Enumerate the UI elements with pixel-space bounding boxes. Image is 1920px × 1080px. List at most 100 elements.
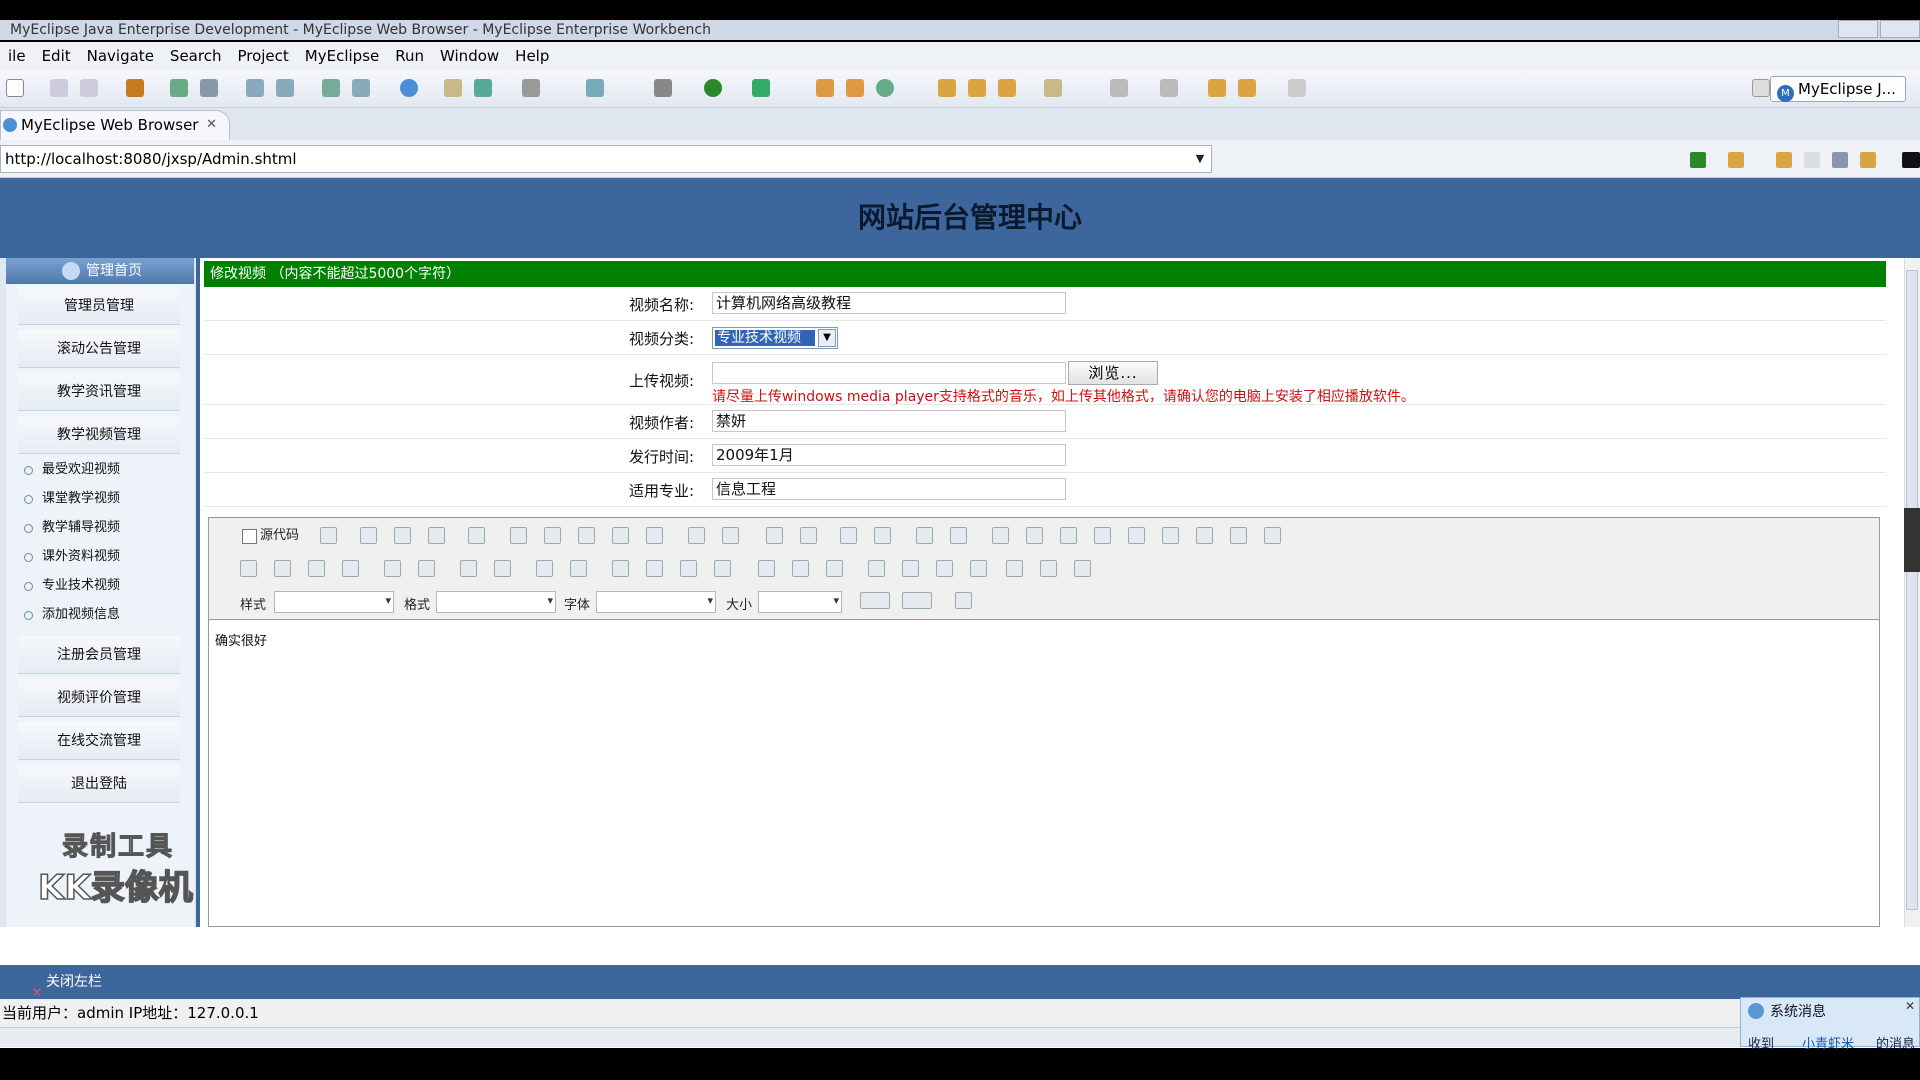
prev-annotation-icon[interactable] xyxy=(1160,79,1178,97)
sidebar-sub-technical[interactable]: 专业技术视频 xyxy=(24,575,120,597)
menu-edit[interactable]: Edit xyxy=(34,47,79,65)
sidebar-item-chat[interactable]: 在线交流管理 xyxy=(18,722,180,760)
run-icon[interactable] xyxy=(704,79,722,97)
sidebar-item-notice[interactable]: 滚动公告管理 xyxy=(18,330,180,368)
paste-text-icon[interactable] xyxy=(612,527,629,544)
back-icon[interactable] xyxy=(1776,152,1792,168)
print-icon[interactable] xyxy=(688,527,705,544)
annotation-icon[interactable] xyxy=(998,79,1016,97)
style-select[interactable] xyxy=(274,591,394,613)
copy-icon[interactable] xyxy=(544,527,561,544)
source-code-button[interactable]: 源代码 xyxy=(238,526,310,546)
new-page-icon[interactable] xyxy=(394,527,411,544)
open-folder-icon[interactable] xyxy=(444,79,462,97)
save-all-icon[interactable] xyxy=(80,79,98,97)
sidebar-item-reviews[interactable]: 视频评价管理 xyxy=(18,679,180,717)
replace-icon[interactable] xyxy=(874,527,891,544)
debug-icon[interactable] xyxy=(170,79,188,97)
paste-icon[interactable] xyxy=(578,527,595,544)
server-config-icon[interactable] xyxy=(276,79,294,97)
outdent-icon[interactable] xyxy=(536,560,553,577)
sidebar-sub-add-video[interactable]: 添加视频信息 xyxy=(24,604,120,626)
editor-content[interactable]: 确实很好 xyxy=(215,630,267,649)
browse-button[interactable]: 浏览... xyxy=(1068,361,1158,385)
indent-icon[interactable] xyxy=(570,560,587,577)
templates-icon[interactable] xyxy=(468,527,485,544)
select-all-icon[interactable] xyxy=(916,527,933,544)
name-input[interactable]: 计算机网络高级教程 xyxy=(712,292,1066,314)
stop-icon[interactable] xyxy=(1832,152,1848,168)
cut-icon[interactable] xyxy=(510,527,527,544)
sidebar-sub-tutoring[interactable]: 教学辅导视频 xyxy=(24,517,120,539)
add-icon[interactable] xyxy=(474,79,492,97)
save-icon[interactable] xyxy=(360,527,377,544)
sidebar-item-news[interactable]: 教学资讯管理 xyxy=(18,373,180,411)
new-wizard-icon[interactable] xyxy=(586,79,604,97)
go-icon[interactable] xyxy=(1690,152,1706,168)
text-field-icon[interactable] xyxy=(1094,527,1111,544)
background-color-icon[interactable] xyxy=(902,592,932,609)
favorites-icon[interactable] xyxy=(1728,152,1744,168)
refresh-icon[interactable] xyxy=(876,79,894,97)
minimize-button[interactable] xyxy=(1838,20,1878,38)
maximize-button[interactable] xyxy=(1880,20,1920,38)
align-right-icon[interactable] xyxy=(680,560,697,577)
unlink-icon[interactable] xyxy=(792,560,809,577)
deploy-icon[interactable] xyxy=(322,79,340,97)
undo-icon[interactable] xyxy=(766,527,783,544)
strike-icon[interactable] xyxy=(342,560,359,577)
size-select[interactable] xyxy=(758,591,842,613)
remove-format-icon[interactable] xyxy=(950,527,967,544)
anchor-icon[interactable] xyxy=(826,560,843,577)
superscript-icon[interactable] xyxy=(418,560,435,577)
url-dropdown-icon[interactable]: ▼ xyxy=(1192,148,1208,170)
select-field-icon[interactable] xyxy=(1162,527,1179,544)
hidden-field-icon[interactable] xyxy=(1264,527,1281,544)
browser-icon[interactable] xyxy=(400,79,418,97)
sidebar-item-admin[interactable]: 管理员管理 xyxy=(18,287,180,325)
radio-icon[interactable] xyxy=(1060,527,1077,544)
category-select[interactable]: 专业技术视频 ▼ xyxy=(712,327,838,349)
image-button-icon[interactable] xyxy=(1230,527,1247,544)
smiley-icon[interactable] xyxy=(1006,560,1023,577)
sidebar-item-video[interactable]: 教学视频管理 xyxy=(18,416,180,454)
menu-run[interactable]: Run xyxy=(387,47,432,65)
preview-icon[interactable] xyxy=(428,527,445,544)
menu-search[interactable]: Search xyxy=(162,47,230,65)
justify-icon[interactable] xyxy=(714,560,731,577)
spellcheck-icon[interactable] xyxy=(722,527,739,544)
underline-icon[interactable] xyxy=(308,560,325,577)
redo-icon[interactable] xyxy=(800,527,817,544)
sidebar-item-members[interactable]: 注册会员管理 xyxy=(18,636,180,674)
image-icon[interactable] xyxy=(868,560,885,577)
edit-icon[interactable] xyxy=(938,79,956,97)
open-type-icon[interactable] xyxy=(846,79,864,97)
pen-icon[interactable] xyxy=(968,79,986,97)
checkbox-icon[interactable] xyxy=(1026,527,1043,544)
menu-window[interactable]: Window xyxy=(432,47,507,65)
paste-word-icon[interactable] xyxy=(646,527,663,544)
button-field-icon[interactable] xyxy=(1196,527,1213,544)
forward-icon[interactable] xyxy=(1288,79,1306,97)
new-icon[interactable] xyxy=(6,79,24,97)
close-left-label[interactable]: 关闭左栏 xyxy=(46,974,102,990)
forward-icon[interactable] xyxy=(1804,152,1820,168)
tab-web-browser[interactable]: MyEclipse Web Browser ✕ xyxy=(0,110,230,140)
camera-icon[interactable] xyxy=(522,79,540,97)
fit-window-icon[interactable] xyxy=(955,592,972,609)
menu-project[interactable]: Project xyxy=(229,47,296,65)
sidebar-sub-classroom[interactable]: 课堂教学视频 xyxy=(24,488,120,510)
chevron-down-icon[interactable]: ▼ xyxy=(818,329,836,347)
text-color-icon[interactable] xyxy=(860,592,890,609)
flash-icon[interactable] xyxy=(902,560,919,577)
close-tab-icon[interactable]: ✕ xyxy=(206,111,217,139)
upload-file-input[interactable] xyxy=(712,362,1066,384)
menu-navigate[interactable]: Navigate xyxy=(79,47,162,65)
sidebar-home[interactable]: 管理首页 xyxy=(6,258,194,284)
table-icon[interactable] xyxy=(936,560,953,577)
font-select[interactable] xyxy=(596,591,716,613)
refresh-icon[interactable] xyxy=(1860,152,1876,168)
format-select[interactable] xyxy=(436,591,556,613)
menu-file[interactable]: ile xyxy=(0,47,34,65)
scrollbar-thumb[interactable] xyxy=(1906,270,1918,910)
